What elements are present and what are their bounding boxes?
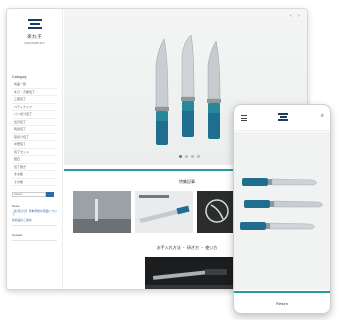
slider-dot[interactable] [197,155,200,158]
search-input[interactable] [12,192,46,197]
contact-title: Contact [12,233,23,238]
phone-footer-button[interactable]: Return [234,301,330,306]
feature-image [73,191,131,233]
knife-image [240,178,323,230]
search-button[interactable] [46,192,54,197]
slider-dot[interactable] [179,155,182,158]
news-link[interactable]: 新商品のご案内 [12,218,57,222]
category-item[interactable]: 出刃包丁 [12,119,57,126]
divider [12,240,57,242]
logo-mark-icon [278,113,288,122]
howto-section-title: お手入れ方法 ・ 研ぎ方 ・ 使い方 [156,245,218,250]
site-logo[interactable]: 楽丸子 RAKUMARUKO [12,19,57,45]
category-item[interactable]: パン切り包丁 [12,111,57,119]
slider-dot[interactable] [191,155,194,158]
accent-band [234,291,330,293]
category-item[interactable]: 商品一覧 [12,81,57,89]
slider-next-icon[interactable]: › [298,13,300,19]
divider [12,225,57,227]
feature-tile[interactable] [73,191,131,233]
news-title: News [12,204,20,208]
category-item[interactable]: ペティナイフ [12,104,57,111]
logo-mark-icon [27,19,42,31]
phone-header: ⌕ [234,105,330,131]
category-title: Category [12,75,27,79]
knife-image [155,35,221,145]
slider-prev-icon[interactable]: ‹ [290,13,292,19]
category-item[interactable]: 包丁セット [12,149,57,156]
howto-tile[interactable] [145,257,237,289]
logo-text: 楽丸子 [27,34,42,39]
category-item[interactable]: 中華包丁 [12,141,57,149]
feature-image [135,191,193,233]
phone-mockup: ⌕ Return [233,104,331,314]
feature-tile[interactable] [135,191,193,233]
phone-hero[interactable] [234,132,330,290]
feature-section-title: 特集記事 [179,179,195,184]
news-link[interactable]: 【お知らせ】年末年始の営業について [12,209,57,217]
slider-dot[interactable] [185,155,188,158]
category-item[interactable]: まな板 [12,171,57,179]
category-item[interactable]: 牛刀・万能包丁 [12,89,57,96]
category-item[interactable]: 包丁研ぎ [12,164,57,171]
sidebar-search [12,192,57,197]
slider-dots [179,155,200,158]
search-icon[interactable]: ⌕ [321,113,324,120]
category-list: 商品一覧 牛刀・万能包丁 三徳包丁 ペティナイフ パン切り包丁 出刃包丁 刺身包… [12,81,57,186]
category-item[interactable]: その他 [12,179,57,186]
category-item[interactable]: 刺身包丁 [12,126,57,134]
logo-subtext: RAKUMARUKO [24,41,45,45]
category-item[interactable]: 菜切り包丁 [12,134,57,141]
hamburger-icon[interactable] [241,115,247,123]
phone-logo[interactable] [278,113,288,122]
category-item[interactable]: 砥石 [12,156,57,164]
category-item[interactable]: 三徳包丁 [12,96,57,104]
sidebar: 楽丸子 RAKUMARUKO Category 商品一覧 牛刀・万能包丁 三徳包… [7,9,63,289]
howto-image [145,257,237,289]
